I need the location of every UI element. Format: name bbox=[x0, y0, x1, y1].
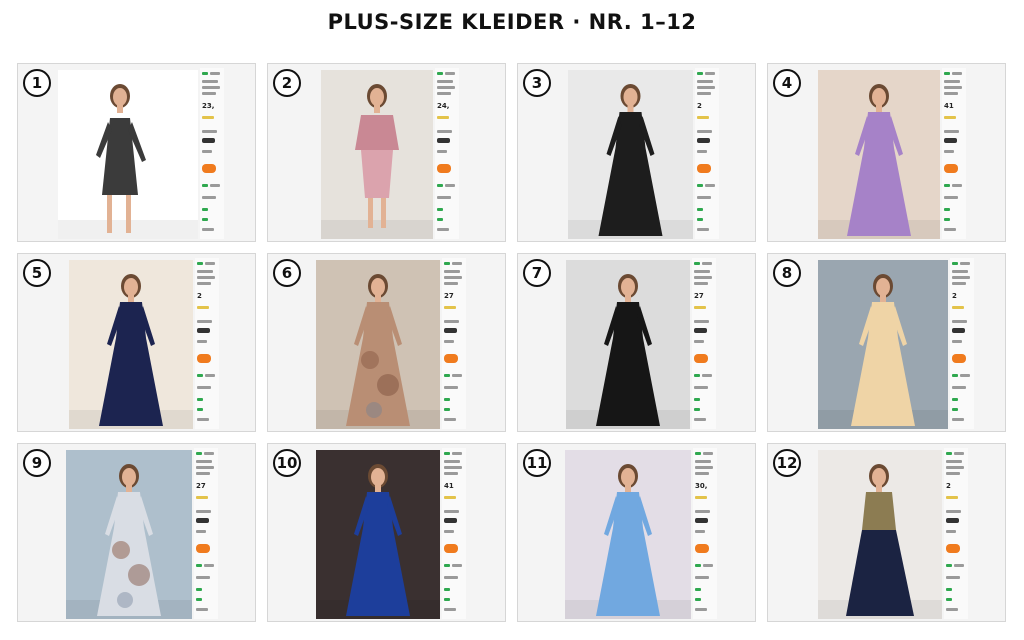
price-label: 30, bbox=[695, 482, 708, 490]
product-card[interactable]: 7 27 bbox=[517, 253, 756, 432]
price-label: 41 bbox=[444, 482, 454, 490]
dress-photo[interactable] bbox=[321, 70, 433, 239]
product-card[interactable]: 2 24, bbox=[267, 63, 506, 242]
product-card[interactable]: 4 41 bbox=[767, 63, 1006, 242]
price-label: 2 bbox=[946, 482, 951, 490]
product-card[interactable]: 1 23, bbox=[17, 63, 256, 242]
dress-photo[interactable] bbox=[66, 450, 192, 619]
dress-figure bbox=[316, 260, 440, 429]
dress-photo[interactable] bbox=[316, 450, 440, 619]
page-title: PLUS-SIZE KLEIDER · NR. 1–12 bbox=[327, 10, 697, 34]
dress-figure bbox=[818, 70, 940, 239]
product-card[interactable]: 12 2 bbox=[767, 443, 1006, 622]
dress-figure bbox=[568, 70, 693, 239]
dress-photo[interactable] bbox=[58, 70, 198, 239]
card-number-badge: 11 bbox=[523, 449, 551, 477]
dress-figure bbox=[66, 450, 192, 619]
dress-photo[interactable] bbox=[818, 260, 948, 429]
dress-figure bbox=[818, 260, 948, 429]
card-number-badge: 10 bbox=[273, 449, 301, 477]
price-label: 24, bbox=[437, 102, 450, 110]
product-info-strip: 2 bbox=[695, 68, 719, 239]
price-label: 2 bbox=[197, 292, 202, 300]
product-info-strip: 2 bbox=[195, 258, 219, 429]
product-info-strip: 41 bbox=[942, 68, 966, 239]
dress-figure bbox=[321, 70, 433, 239]
dress-figure bbox=[565, 450, 691, 619]
product-card[interactable]: 11 30, bbox=[517, 443, 756, 622]
product-info-strip: 23, bbox=[200, 68, 224, 239]
dress-photo[interactable] bbox=[818, 450, 942, 619]
product-card[interactable]: 6 27 bbox=[267, 253, 506, 432]
product-card[interactable]: 3 2 bbox=[517, 63, 756, 242]
card-number-badge: 12 bbox=[773, 449, 801, 477]
price-label: 2 bbox=[697, 102, 702, 110]
card-number-badge: 4 bbox=[773, 69, 801, 97]
card-number-badge: 6 bbox=[273, 259, 301, 287]
product-info-strip: 30, bbox=[693, 448, 717, 619]
card-number-badge: 7 bbox=[523, 259, 551, 287]
card-number-badge: 8 bbox=[773, 259, 801, 287]
price-label: 2 bbox=[952, 292, 957, 300]
dress-figure bbox=[316, 450, 440, 619]
product-info-strip: 27 bbox=[194, 448, 218, 619]
product-info-strip: 2 bbox=[944, 448, 968, 619]
card-number-badge: 1 bbox=[23, 69, 51, 97]
product-card[interactable]: 10 41 bbox=[267, 443, 506, 622]
dress-figure bbox=[69, 260, 193, 429]
dress-photo[interactable] bbox=[316, 260, 440, 429]
product-info-strip: 27 bbox=[442, 258, 466, 429]
product-info-strip: 41 bbox=[442, 448, 466, 619]
price-label: 27 bbox=[196, 482, 206, 490]
price-label: 41 bbox=[944, 102, 954, 110]
product-info-strip: 24, bbox=[435, 68, 459, 239]
price-label: 23, bbox=[202, 102, 215, 110]
product-card[interactable]: 9 27 bbox=[17, 443, 256, 622]
dress-photo[interactable] bbox=[568, 70, 693, 239]
card-number-badge: 3 bbox=[523, 69, 551, 97]
dress-figure bbox=[566, 260, 690, 429]
card-number-badge: 9 bbox=[23, 449, 51, 477]
dress-grid: 1 23, 2 24, 3 2 4 41 5 2 6 27 7 27 8 2 9… bbox=[17, 63, 1008, 623]
dress-photo[interactable] bbox=[69, 260, 193, 429]
dress-photo[interactable] bbox=[566, 260, 690, 429]
product-card[interactable]: 5 2 bbox=[17, 253, 256, 432]
product-info-strip: 2 bbox=[950, 258, 974, 429]
dress-photo[interactable] bbox=[818, 70, 940, 239]
product-card[interactable]: 8 2 bbox=[767, 253, 1006, 432]
card-number-badge: 5 bbox=[23, 259, 51, 287]
product-info-strip: 27 bbox=[692, 258, 716, 429]
card-number-badge: 2 bbox=[273, 69, 301, 97]
price-label: 27 bbox=[444, 292, 454, 300]
dress-figure bbox=[818, 450, 942, 619]
price-label: 27 bbox=[694, 292, 704, 300]
dress-photo[interactable] bbox=[565, 450, 691, 619]
dress-figure bbox=[58, 70, 198, 239]
